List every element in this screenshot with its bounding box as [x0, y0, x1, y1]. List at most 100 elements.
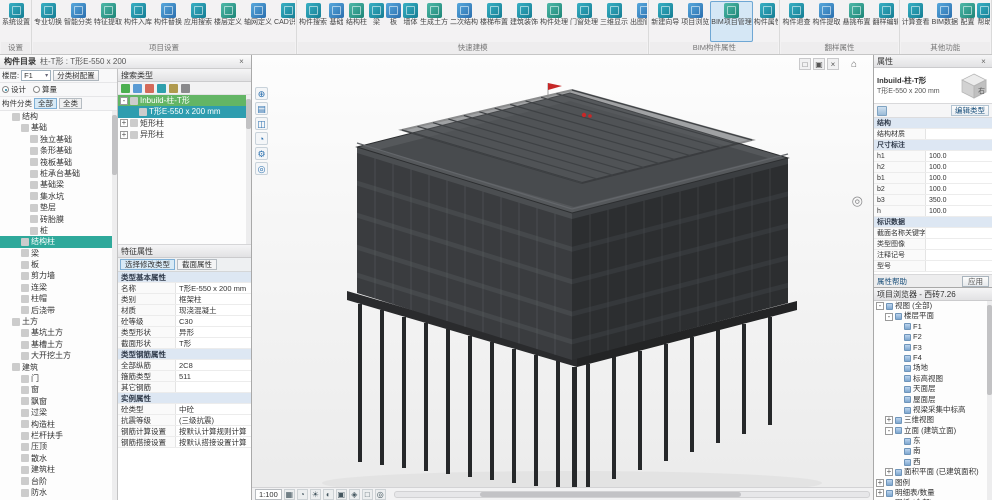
- viewport-3d[interactable]: ⊕▤◫◔⚙◎ □ ▣ × ⌂ ◎ 1:100 ▦ ◔ ☀ ◐ ▣ ◈ □ ◎: [252, 55, 873, 500]
- ribbon-button[interactable]: 项目浏览: [680, 1, 710, 42]
- property-row[interactable]: b1 100.0: [874, 173, 992, 184]
- property-row[interactable]: 注释记号: [874, 250, 992, 261]
- ribbon-button[interactable]: 构件提取: [811, 1, 841, 42]
- copy-type-icon[interactable]: [133, 84, 142, 93]
- property-value[interactable]: 100.0: [926, 206, 992, 216]
- property-row[interactable]: 砼等级 C30: [118, 316, 251, 327]
- visual-style-icon[interactable]: ◔: [297, 489, 308, 500]
- property-row[interactable]: h1 100.0: [874, 151, 992, 162]
- apply-button[interactable]: 应用: [962, 276, 989, 287]
- maximize-window-icon[interactable]: ▣: [813, 58, 825, 70]
- tree-item[interactable]: - 基础: [0, 122, 117, 133]
- tree-item[interactable]: 基坑土方: [0, 327, 117, 338]
- browser-tree-item[interactable]: + 三维视图: [874, 415, 992, 425]
- tree-item[interactable]: 筏板基础: [0, 157, 117, 168]
- property-value[interactable]: 框架柱: [176, 294, 251, 304]
- mode-radio[interactable]: 算量: [33, 84, 57, 95]
- tree-item[interactable]: 集水坑: [0, 191, 117, 202]
- reveal-hidden-icon[interactable]: ◎: [375, 489, 386, 500]
- tree-item[interactable]: 条形基础: [0, 145, 117, 156]
- property-value[interactable]: 按默认计算规则计算: [176, 426, 251, 436]
- tree-item[interactable]: 台阶: [0, 476, 117, 487]
- tree-item[interactable]: 梁: [0, 248, 117, 259]
- ribbon-button[interactable]: 构件处理: [539, 1, 569, 42]
- mode-radio[interactable]: 设计: [2, 84, 26, 95]
- viewport-tool-icon[interactable]: ◫: [255, 117, 268, 130]
- delete-type-icon[interactable]: [145, 84, 154, 93]
- viewport-tool-icon[interactable]: ◔: [255, 132, 268, 145]
- tree-item[interactable]: 建筑柱: [0, 464, 117, 475]
- property-row[interactable]: h 100.0: [874, 206, 992, 217]
- property-row[interactable]: 类别 框架柱: [118, 294, 251, 305]
- type-list-item[interactable]: + 矩形柱: [118, 118, 251, 129]
- floor-select[interactable]: F1 ▾: [21, 70, 51, 81]
- ribbon-button[interactable]: 基础: [328, 1, 345, 42]
- property-row[interactable]: 实例属性: [118, 393, 251, 404]
- search-type-icon[interactable]: [157, 84, 166, 93]
- ribbon-button[interactable]: 悬挑布置: [841, 1, 871, 42]
- tree-expander-icon[interactable]: +: [885, 468, 893, 476]
- tree-expander-icon[interactable]: +: [876, 479, 884, 487]
- tree-expander-icon[interactable]: +: [885, 416, 893, 424]
- property-row[interactable]: 型号: [874, 261, 992, 272]
- property-row[interactable]: 全部纵筋 2C8: [118, 360, 251, 371]
- ribbon-button[interactable]: BIM项目管理: [710, 1, 752, 42]
- tree-item[interactable]: 后浇带: [0, 305, 117, 316]
- property-row[interactable]: 类型基本属性: [118, 272, 251, 283]
- tree-item[interactable]: - 建筑: [0, 362, 117, 373]
- tree-expander-icon[interactable]: +: [876, 489, 884, 497]
- property-row[interactable]: 材质 现浇混凝土: [118, 305, 251, 316]
- ribbon-button[interactable]: 专业切换: [33, 1, 63, 42]
- ribbon-button[interactable]: 翻样编辑: [871, 1, 897, 42]
- tree-item[interactable]: 大开挖土方: [0, 350, 117, 361]
- property-row[interactable]: 钢筋搭接设置 按默认搭接设置计算: [118, 437, 251, 448]
- filter-icon[interactable]: [877, 106, 887, 116]
- tree-item[interactable]: 基础梁: [0, 179, 117, 190]
- property-value[interactable]: 按默认搭接设置计算: [176, 437, 251, 447]
- tree-item[interactable]: 门: [0, 373, 117, 384]
- type-settings-icon[interactable]: [181, 84, 190, 93]
- property-row[interactable]: 抗震等级 (三级抗震): [118, 415, 251, 426]
- viewport-tool-icon[interactable]: ⊕: [255, 87, 268, 100]
- properties-help-link[interactable]: 属性帮助: [877, 276, 907, 287]
- ribbon-button[interactable]: 应用搜索: [183, 1, 213, 42]
- tree-item[interactable]: 防水: [0, 487, 117, 498]
- ribbon-button[interactable]: 配置: [959, 1, 976, 42]
- home-view-icon[interactable]: ⌂: [847, 58, 861, 72]
- browser-scrollbar[interactable]: [987, 301, 992, 500]
- property-value[interactable]: C30: [176, 316, 251, 326]
- type-list-item[interactable]: - Inbuild-柱-T形: [118, 95, 251, 106]
- browser-tree-item[interactable]: 西: [874, 457, 992, 467]
- ribbon-button[interactable]: 构件搜索: [298, 1, 328, 42]
- ribbon-button[interactable]: 生成土方: [419, 1, 449, 42]
- tree-expander-icon[interactable]: +: [120, 131, 128, 139]
- tree-item[interactable]: 垫层: [0, 202, 117, 213]
- viewport-tool-icon[interactable]: ◎: [255, 162, 268, 175]
- property-value[interactable]: 异形: [176, 327, 251, 337]
- ribbon-button[interactable]: 新建向导: [650, 1, 680, 42]
- property-value[interactable]: 100.0: [926, 151, 992, 161]
- ribbon-button[interactable]: 梁: [368, 1, 385, 42]
- ribbon-button[interactable]: 结构柱: [345, 1, 368, 42]
- tree-item[interactable]: 板: [0, 259, 117, 270]
- tree-item[interactable]: - 结构: [0, 111, 117, 122]
- ribbon-button[interactable]: 楼梯布置: [479, 1, 509, 42]
- import-type-icon[interactable]: [169, 84, 178, 93]
- tree-item[interactable]: 桩承台基础: [0, 168, 117, 179]
- property-value[interactable]: T形E-550 x 200 mm: [176, 283, 251, 293]
- tree-item[interactable]: 柱帽: [0, 293, 117, 304]
- scale-button[interactable]: 1:100: [255, 489, 282, 500]
- property-row[interactable]: 类型图像: [874, 239, 992, 250]
- ribbon-button[interactable]: 构件退查: [781, 1, 811, 42]
- tree-expander-icon[interactable]: -: [885, 427, 893, 435]
- property-row[interactable]: 砼类型 中砼: [118, 404, 251, 415]
- property-value[interactable]: [926, 228, 992, 238]
- property-row[interactable]: 尺寸标注: [874, 140, 992, 151]
- browser-tree-item[interactable]: F4: [874, 353, 992, 363]
- ribbon-button[interactable]: 三维显示: [599, 1, 629, 42]
- steering-wheel-icon[interactable]: ◎: [852, 193, 863, 209]
- viewport-tool-icon[interactable]: ▤: [255, 102, 268, 115]
- tree-expander-icon[interactable]: -: [876, 302, 884, 310]
- property-value[interactable]: [176, 382, 251, 392]
- ribbon-button[interactable]: 计算查看: [901, 1, 931, 42]
